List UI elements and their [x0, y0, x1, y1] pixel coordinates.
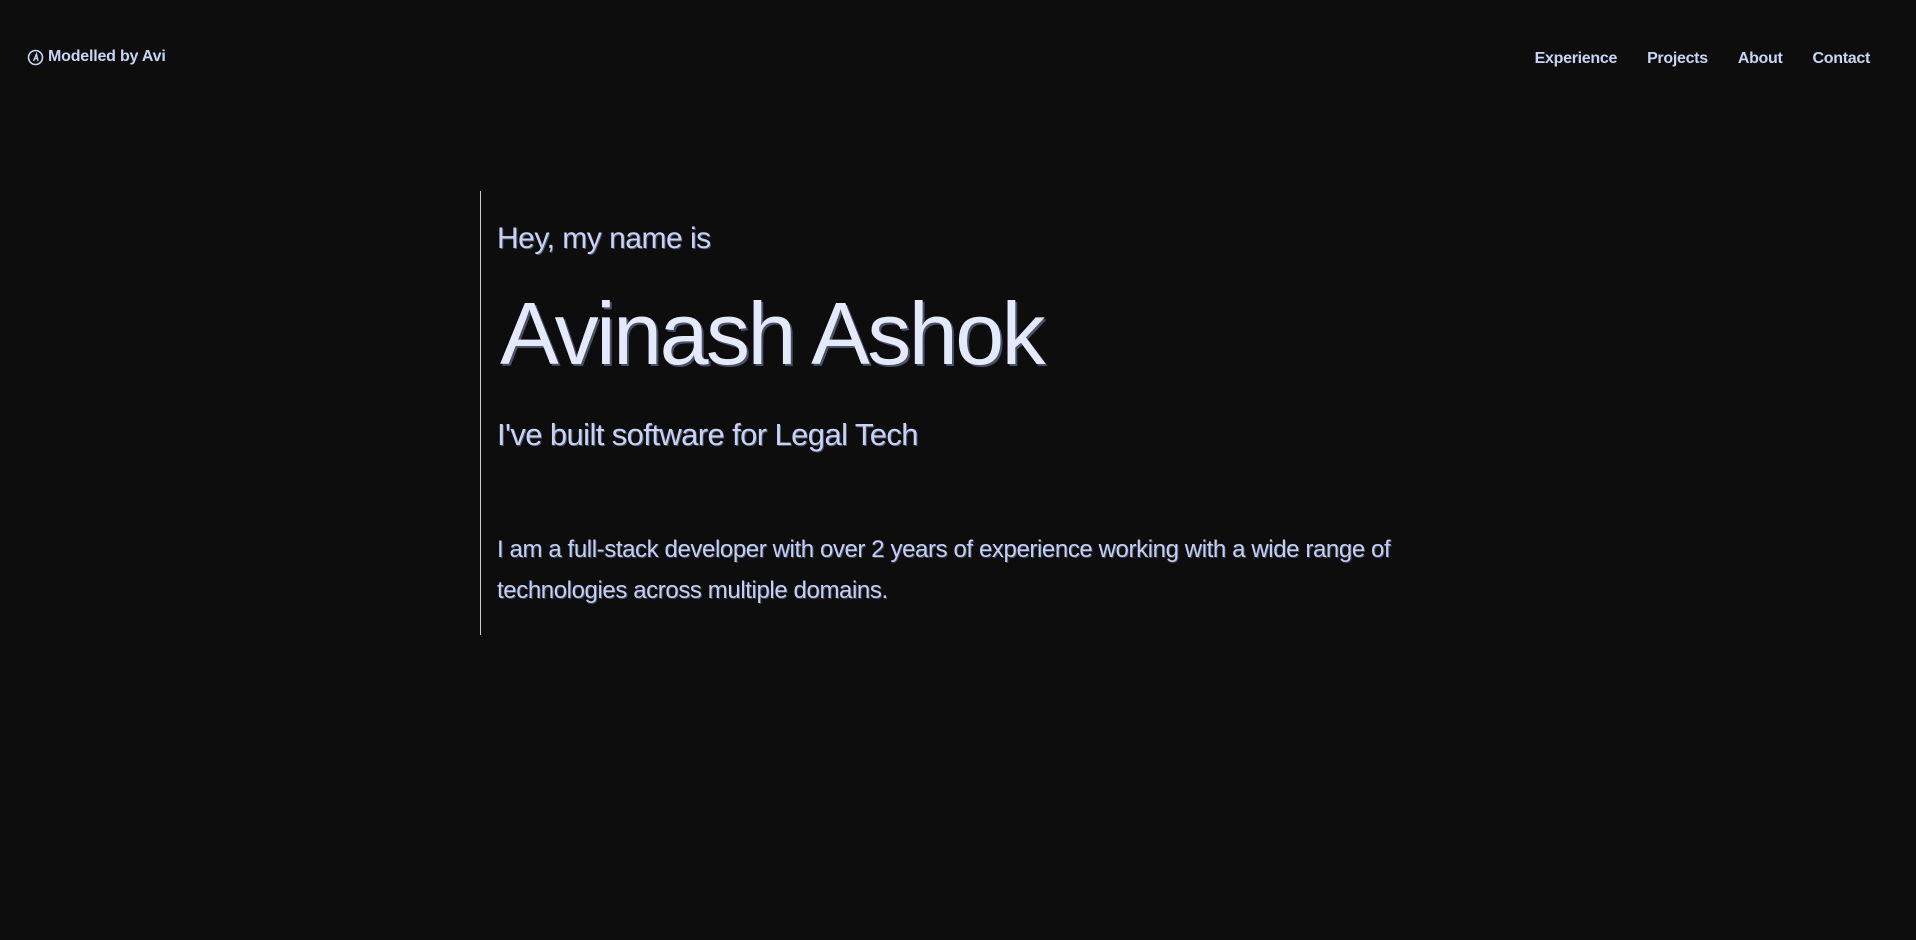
logo-circle-icon	[27, 49, 44, 66]
hero-section: Hey, my name is Avinash Ashok I've built…	[480, 191, 1497, 635]
page: Modelled by Avi Experience Projects Abou…	[0, 0, 1916, 940]
nav-experience[interactable]: Experience	[1535, 50, 1618, 68]
nav-projects[interactable]: Projects	[1647, 50, 1708, 68]
hero-tagline: I've built software for Legal Tech	[497, 417, 919, 452]
hero-name: Avinash Ashok	[500, 284, 1046, 383]
hero-bio: I am a full-stack developer with over 2 …	[497, 536, 1391, 604]
main-nav: Experience Projects About Contact	[1535, 50, 1871, 68]
nav-contact[interactable]: Contact	[1813, 50, 1871, 68]
nav-about[interactable]: About	[1738, 50, 1783, 68]
hero-greeting: Hey, my name is	[497, 222, 711, 255]
brand-link[interactable]: Modelled by Avi	[27, 48, 166, 66]
brand-label: Modelled by Avi	[48, 48, 166, 65]
